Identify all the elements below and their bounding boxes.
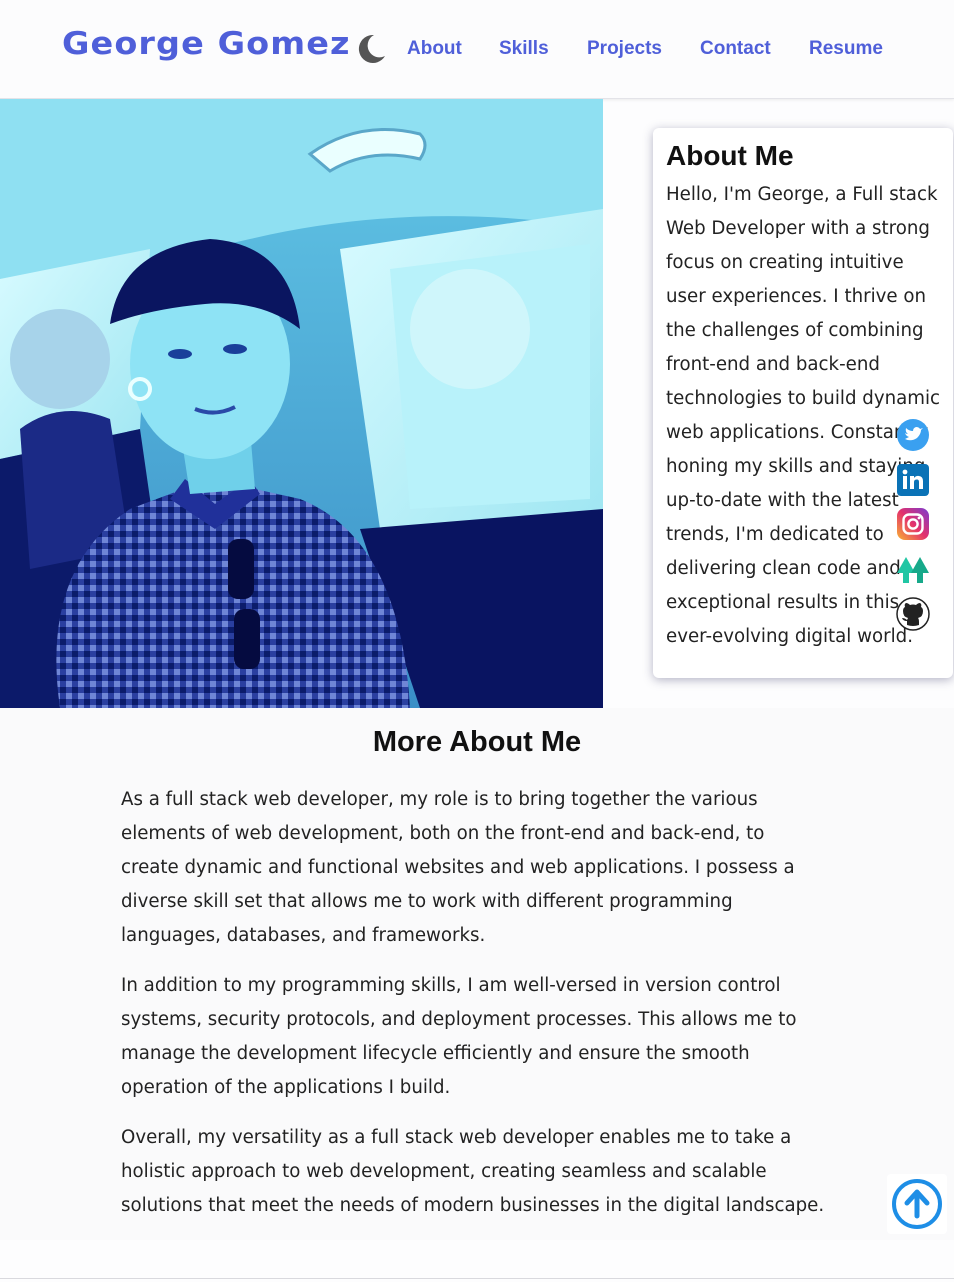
scroll-to-top-button[interactable] xyxy=(887,1174,947,1234)
moon-icon[interactable] xyxy=(354,32,388,66)
nav-resume[interactable]: Resume xyxy=(809,38,883,60)
nav-about[interactable]: About xyxy=(407,38,462,60)
page-divider xyxy=(0,1278,954,1279)
more-about-section: More About Me As a full stack web develo… xyxy=(0,708,954,1240)
more-about-title: More About Me xyxy=(372,726,582,758)
github-icon[interactable] xyxy=(895,596,931,632)
linkedin-icon[interactable] xyxy=(895,462,931,498)
more-about-paragraph-2: In addition to my programming skills, I … xyxy=(121,975,797,1098)
upwork-icon[interactable] xyxy=(895,551,931,587)
nav-contact[interactable]: Contact xyxy=(700,38,771,60)
more-about-paragraph-1: As a full stack web developer, my role i… xyxy=(121,789,795,946)
nav-skills[interactable]: Skills xyxy=(499,38,549,60)
about-title: About Me xyxy=(666,140,794,171)
instagram-icon[interactable] xyxy=(895,506,931,542)
more-about-paragraph-3: Overall, my versatility as a full stack … xyxy=(121,1127,825,1216)
nav-projects[interactable]: Projects xyxy=(587,38,662,60)
profile-photo xyxy=(0,99,603,708)
brand-logo[interactable]: George Gomez xyxy=(62,26,351,62)
arrow-up-circle-icon xyxy=(892,1179,942,1229)
navbar: George Gomez About Skills Projects Conta… xyxy=(0,0,954,99)
twitter-icon[interactable] xyxy=(895,417,931,453)
